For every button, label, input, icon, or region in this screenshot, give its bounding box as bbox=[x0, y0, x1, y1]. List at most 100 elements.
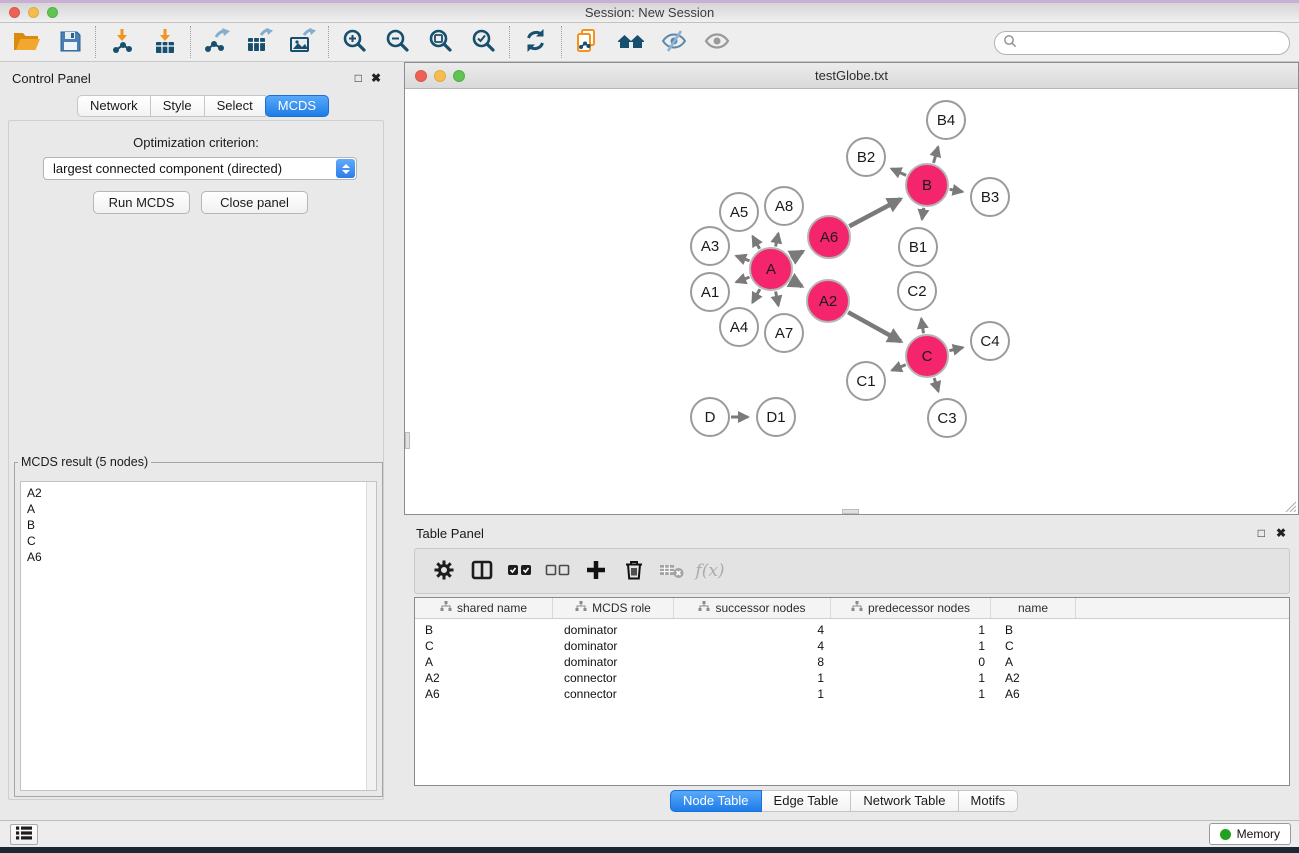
zoom-fit-button[interactable] bbox=[419, 25, 462, 59]
graph-node-C3[interactable]: C3 bbox=[928, 399, 966, 437]
graph-node-A7[interactable]: A7 bbox=[765, 314, 803, 352]
column-header-shared-name[interactable]: shared name bbox=[415, 598, 553, 618]
graph-node-B3[interactable]: B3 bbox=[971, 178, 1009, 216]
close-table-panel-icon[interactable]: ✖ bbox=[1276, 526, 1286, 540]
mcds-result-list[interactable]: A2ABCA6 bbox=[20, 481, 377, 791]
tab-edge-table[interactable]: Edge Table bbox=[762, 790, 852, 812]
column-header-predecessor-nodes[interactable]: predecessor nodes bbox=[831, 598, 991, 618]
minimize-network-button[interactable] bbox=[434, 70, 446, 82]
mcds-result-item[interactable]: A bbox=[21, 501, 376, 517]
column-view-button[interactable] bbox=[463, 552, 501, 590]
graph-node-A6[interactable]: A6 bbox=[808, 216, 850, 258]
import-table-button[interactable] bbox=[143, 25, 186, 59]
float-panel-icon[interactable]: □ bbox=[355, 71, 362, 85]
network-window-titlebar[interactable]: testGlobe.txt bbox=[405, 63, 1298, 89]
zoom-selected-button[interactable] bbox=[462, 25, 505, 59]
close-network-button[interactable] bbox=[415, 70, 427, 82]
column-header-mcds-role[interactable]: MCDS role bbox=[553, 598, 674, 618]
graph-node-B2[interactable]: B2 bbox=[847, 138, 885, 176]
table-row[interactable]: Cdominator41C bbox=[415, 638, 1289, 654]
toolbar-separator bbox=[561, 26, 562, 58]
refresh-button[interactable] bbox=[514, 25, 557, 59]
table-cell: connector bbox=[554, 670, 676, 686]
close-window-button[interactable] bbox=[9, 7, 20, 18]
search-input[interactable] bbox=[1022, 33, 1289, 53]
graph-node-D[interactable]: D bbox=[691, 398, 729, 436]
search-box[interactable] bbox=[994, 31, 1290, 55]
scrollbar-track[interactable] bbox=[366, 482, 376, 790]
copy-network-button[interactable] bbox=[566, 25, 609, 59]
network-overview-button[interactable] bbox=[609, 25, 652, 59]
horizontal-scroll-nub[interactable] bbox=[842, 509, 859, 514]
table-cell: 1 bbox=[834, 622, 995, 638]
zoom-in-button[interactable] bbox=[333, 25, 376, 59]
show-panels-button[interactable] bbox=[10, 824, 38, 845]
zoom-out-button[interactable] bbox=[376, 25, 419, 59]
graph-node-A5[interactable]: A5 bbox=[720, 193, 758, 231]
table-header-row: shared nameMCDS rolesuccessor nodesprede… bbox=[415, 598, 1289, 619]
tab-network-table[interactable]: Network Table bbox=[851, 790, 958, 812]
column-header-name[interactable]: name bbox=[991, 598, 1076, 618]
tab-select[interactable]: Select bbox=[205, 95, 266, 117]
svg-text:C2: C2 bbox=[907, 283, 926, 300]
tab-style[interactable]: Style bbox=[151, 95, 205, 117]
mcds-result-item[interactable]: C bbox=[21, 533, 376, 549]
resize-grip-icon[interactable] bbox=[1284, 500, 1297, 513]
criterion-select[interactable]: largest connected component (directed) bbox=[43, 157, 357, 180]
tab-mcds[interactable]: MCDS bbox=[265, 95, 329, 117]
hide-selected-button[interactable] bbox=[652, 25, 695, 59]
tab-network[interactable]: Network bbox=[77, 95, 151, 117]
show-hidden-button[interactable] bbox=[695, 25, 738, 59]
open-file-button[interactable] bbox=[5, 25, 48, 59]
graph-node-D1[interactable]: D1 bbox=[757, 398, 795, 436]
table-row[interactable]: A6connector11A6 bbox=[415, 686, 1289, 702]
graph-node-A[interactable]: A bbox=[750, 248, 792, 290]
clear-checks-icon bbox=[545, 558, 571, 585]
graph-node-B4[interactable]: B4 bbox=[927, 101, 965, 139]
tab-node-table[interactable]: Node Table bbox=[670, 790, 762, 812]
run-mcds-button[interactable]: Run MCDS bbox=[93, 191, 190, 214]
save-session-button[interactable] bbox=[48, 25, 91, 59]
mcds-result-item[interactable]: B bbox=[21, 517, 376, 533]
mcds-result-item[interactable]: A2 bbox=[21, 485, 376, 501]
table-cell: dominator bbox=[554, 654, 676, 670]
table-row[interactable]: Bdominator41B bbox=[415, 622, 1289, 638]
graph-node-A8[interactable]: A8 bbox=[765, 187, 803, 225]
graph-node-A3[interactable]: A3 bbox=[691, 227, 729, 265]
close-panel-icon[interactable]: ✖ bbox=[371, 71, 381, 85]
export-network-button[interactable] bbox=[195, 25, 238, 59]
table-row[interactable]: A2connector11A2 bbox=[415, 670, 1289, 686]
table-toolbar: f(x) bbox=[414, 548, 1290, 594]
import-network-button[interactable] bbox=[100, 25, 143, 59]
export-table-button[interactable] bbox=[238, 25, 281, 59]
delete-column-button[interactable] bbox=[615, 552, 653, 590]
graph-node-B[interactable]: B bbox=[906, 164, 948, 206]
minimize-window-button[interactable] bbox=[28, 7, 39, 18]
mcds-result-item[interactable]: A6 bbox=[21, 549, 376, 565]
table-settings-button[interactable] bbox=[425, 552, 463, 590]
svg-text:C3: C3 bbox=[937, 410, 956, 427]
memory-button[interactable]: Memory bbox=[1209, 823, 1291, 845]
export-image-button[interactable] bbox=[281, 25, 324, 59]
select-all-checks-button[interactable] bbox=[501, 552, 539, 590]
graph-node-C2[interactable]: C2 bbox=[898, 272, 936, 310]
graph-node-C4[interactable]: C4 bbox=[971, 322, 1009, 360]
graph-node-A1[interactable]: A1 bbox=[691, 273, 729, 311]
clear-checks-button[interactable] bbox=[539, 552, 577, 590]
graph-node-C1[interactable]: C1 bbox=[847, 362, 885, 400]
network-canvas[interactable]: B4 B2 B B3 B1 A5A8A6 A3 A A1 A2 C2 A4A7 C4 C C1 C3 D D1 bbox=[405, 89, 1298, 514]
graph-node-A4[interactable]: A4 bbox=[720, 308, 758, 346]
table-row[interactable]: Adominator80A bbox=[415, 654, 1289, 670]
zoom-window-button[interactable] bbox=[47, 7, 58, 18]
graph-node-C[interactable]: C bbox=[906, 335, 948, 377]
zoom-network-button[interactable] bbox=[453, 70, 465, 82]
graph-node-A2[interactable]: A2 bbox=[807, 280, 849, 322]
close-panel-button[interactable]: Close panel bbox=[201, 191, 308, 214]
apply-function-icon: f(x) bbox=[695, 561, 724, 581]
graph-node-B1[interactable]: B1 bbox=[899, 228, 937, 266]
vertical-scroll-nub[interactable] bbox=[405, 432, 410, 449]
add-column-button[interactable] bbox=[577, 552, 615, 590]
tab-motifs[interactable]: Motifs bbox=[959, 790, 1019, 812]
float-table-panel-icon[interactable]: □ bbox=[1258, 526, 1265, 540]
column-header-successor-nodes[interactable]: successor nodes bbox=[674, 598, 831, 618]
